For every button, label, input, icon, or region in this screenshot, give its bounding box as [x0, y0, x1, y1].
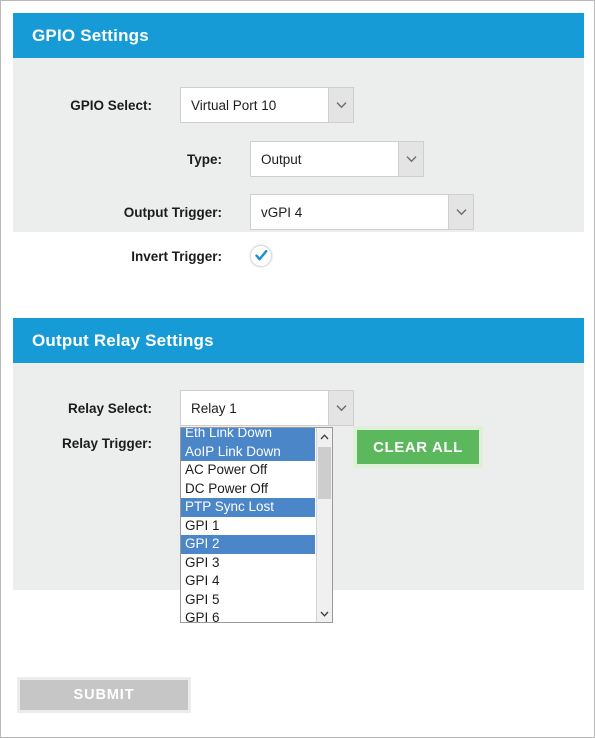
type-row: Type: Output — [42, 141, 424, 177]
list-option[interactable]: GPI 1 — [181, 517, 315, 536]
relay-trigger-listbox[interactable]: Eth Link Down AoIP Link Down AC Power Off D… — [180, 427, 333, 623]
gpio-select-label: GPIO Select: — [70, 97, 152, 113]
list-option[interactable]: GPI 5 — [181, 591, 315, 610]
scrollbar-thumb[interactable] — [318, 447, 331, 499]
submit-button[interactable]: SUBMIT — [17, 677, 191, 713]
output-trigger-row: Output Trigger: vGPI 4 — [42, 194, 474, 230]
relay-select-label: Relay Select: — [67, 400, 152, 416]
clear-all-button[interactable]: CLEAR ALL — [353, 426, 483, 468]
invert-trigger-row: Invert Trigger: — [42, 245, 272, 267]
gpio-settings-body: GPIO Select: Virtual Port 10 Type: Outpu… — [13, 58, 584, 267]
chevron-down-icon — [448, 195, 473, 229]
type-value: Output — [261, 151, 302, 167]
gpio-settings-panel: GPIO Settings GPIO Select: Virtual Port … — [13, 13, 584, 267]
check-icon — [254, 250, 268, 262]
chevron-down-icon — [328, 88, 353, 122]
output-relay-settings-title: Output Relay Settings — [32, 330, 214, 350]
output-relay-settings-header: Output Relay Settings — [13, 318, 584, 363]
list-option[interactable]: GPI 3 — [181, 554, 315, 573]
list-option[interactable]: PTP Sync Lost — [181, 498, 315, 517]
list-option[interactable]: GPI 2 — [181, 535, 315, 554]
invert-trigger-label: Invert Trigger: — [131, 248, 222, 264]
list-option[interactable]: AC Power Off — [181, 461, 315, 480]
list-option[interactable]: AoIP Link Down — [181, 442, 315, 461]
type-dropdown[interactable]: Output — [250, 141, 424, 177]
list-option[interactable]: DC Power Off — [181, 480, 315, 499]
gpio-select-dropdown[interactable]: Virtual Port 10 — [180, 87, 354, 123]
output-relay-settings-body: Relay Select: Relay 1 Relay Trigger: Eth… — [13, 363, 584, 623]
chevron-down-icon — [328, 391, 353, 425]
relay-select-value: Relay 1 — [191, 400, 237, 416]
list-option[interactable]: GPI 6 — [181, 609, 315, 622]
relay-select-dropdown[interactable]: Relay 1 — [180, 390, 354, 426]
chevron-down-icon — [398, 142, 423, 176]
gpio-settings-page: GPIO Settings GPIO Select: Virtual Port … — [0, 0, 595, 738]
type-label: Type: — [186, 151, 222, 167]
list-option[interactable]: Eth Link Down — [181, 428, 315, 443]
output-trigger-label: Output Trigger: — [123, 204, 222, 220]
gpio-settings-title: GPIO Settings — [32, 25, 149, 45]
output-relay-settings-panel: Output Relay Settings Relay Select: Rela… — [13, 318, 584, 623]
chevron-up-icon[interactable] — [317, 428, 332, 445]
relay-trigger-options: Eth Link Down AoIP Link Down AC Power Off D… — [181, 428, 315, 622]
chevron-down-icon[interactable] — [317, 605, 332, 622]
relay-trigger-scrollbar[interactable] — [316, 428, 332, 622]
output-trigger-dropdown[interactable]: vGPI 4 — [250, 194, 474, 230]
output-trigger-value: vGPI 4 — [261, 204, 303, 220]
gpio-settings-header: GPIO Settings — [13, 13, 584, 58]
relay-trigger-row: Relay Trigger: — [36, 436, 152, 451]
gpio-select-value: Virtual Port 10 — [191, 97, 277, 113]
relay-trigger-label: Relay Trigger: — [61, 436, 152, 451]
invert-trigger-checkbox[interactable] — [250, 245, 272, 267]
gpio-select-row: GPIO Select: Virtual Port 10 — [42, 87, 354, 123]
list-option[interactable]: GPI 4 — [181, 572, 315, 591]
relay-select-row: Relay Select: Relay 1 — [36, 390, 354, 426]
